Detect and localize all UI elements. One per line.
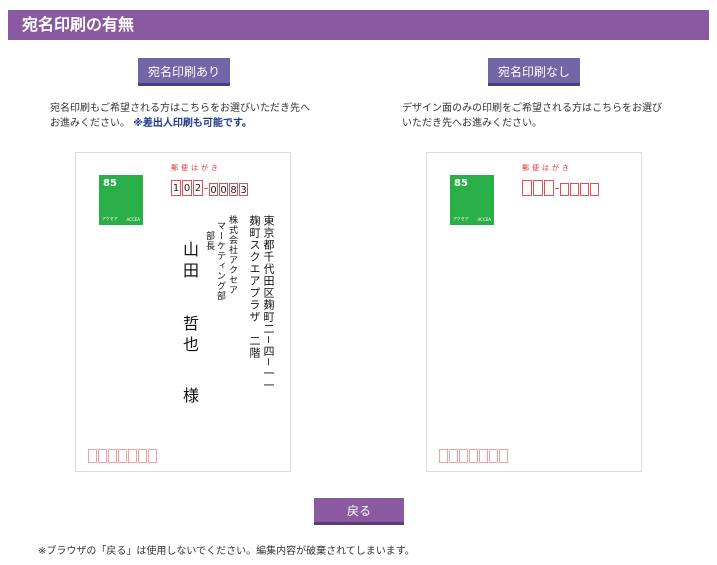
stamp-brand-jp: アクセア — [453, 216, 469, 221]
sender-postal-box — [138, 449, 147, 463]
sender-postal-boxes — [439, 449, 509, 463]
postal-digit: 0 — [182, 180, 192, 196]
sender-postal-box — [128, 449, 137, 463]
sender-postal-box — [469, 449, 478, 463]
postal-digit: 0 — [209, 183, 218, 196]
postal-digit: 0 — [219, 183, 228, 196]
postal-box — [522, 180, 532, 196]
back-button[interactable]: 戻る — [314, 498, 404, 525]
postal-box — [533, 180, 543, 196]
desc-line: お進みください。 — [50, 118, 130, 129]
recipient-given-name: 哲也 — [180, 315, 199, 357]
desc-line: いただき先へお進みください。 — [402, 118, 542, 129]
stamp-value: 85 — [103, 178, 117, 189]
postal-code: 1 0 2 0 0 8 3 — [171, 180, 249, 196]
without-address-print-description: デザイン面のみの印刷をご希望される方はこちらをお選び いただき先へお進みください… — [402, 101, 662, 131]
postal-box — [580, 183, 589, 196]
stamp-brand-en: ACCEA — [126, 217, 140, 222]
sender-postal-box — [499, 449, 508, 463]
desc-line: デザイン面のみの印刷をご希望される方はこちらをお選び — [402, 103, 662, 114]
sender-postal-box — [489, 449, 498, 463]
postal-digit: 8 — [229, 183, 238, 196]
address-line-1: 東京都千代田区麹町二−四−一一 — [262, 215, 275, 392]
postal-dash — [204, 188, 208, 189]
postal-box — [590, 183, 599, 196]
postal-digit: 1 — [171, 180, 181, 196]
sender-postal-box — [108, 449, 117, 463]
sender-postal-boxes — [88, 449, 158, 463]
browser-back-warning: ※ブラウザの「戻る」は使用しないでください。編集内容が破棄されてしまいます。 — [38, 546, 415, 557]
stamp-icon: 85 アクセア ACCEA — [99, 175, 143, 225]
stamp-value: 85 — [454, 178, 468, 189]
job-title: 部長 — [204, 231, 214, 251]
stamp-icon: 85 アクセア ACCEA — [450, 175, 494, 225]
address-line-2: 麹町スクエアプラザ 二階 — [248, 215, 261, 359]
postcard-preview-without-address[interactable]: 郵便はがき 85 アクセア ACCEA — [426, 152, 642, 472]
postal-digit: 2 — [193, 180, 203, 196]
postal-box — [570, 183, 579, 196]
sender-postal-box — [439, 449, 448, 463]
department-name: マーケティング部 — [215, 221, 225, 301]
sender-print-note: ※差出人印刷も可能です。 — [133, 118, 252, 129]
sender-postal-box — [118, 449, 127, 463]
sender-postal-box — [98, 449, 107, 463]
without-address-print-button[interactable]: 宛名印刷なし — [488, 58, 580, 86]
postcard-preview-with-address[interactable]: 郵便はがき 85 アクセア ACCEA 1 0 2 0 0 8 3 東京都千代田… — [75, 152, 291, 472]
postal-box — [560, 183, 569, 196]
with-address-print-button[interactable]: 宛名印刷あり — [138, 58, 230, 86]
stamp-brand-en: ACCEA — [477, 217, 491, 222]
postcard-title: 郵便はがき — [522, 164, 572, 172]
postal-dash — [555, 188, 559, 189]
postal-box — [544, 180, 554, 196]
postal-digit: 3 — [239, 183, 248, 196]
desc-line: 宛名印刷もご希望される方はこちらをお選びいただき先へ — [50, 103, 310, 114]
with-address-print-description: 宛名印刷もご希望される方はこちらをお選びいただき先へ お進みください。 ※差出人… — [50, 101, 310, 131]
sender-postal-box — [459, 449, 468, 463]
recipient-honorific: 様 — [180, 387, 199, 403]
company-name: 株式会社アクセア — [227, 215, 237, 295]
sender-postal-box — [88, 449, 97, 463]
stamp-brand-jp: アクセア — [102, 216, 118, 221]
sender-postal-box — [148, 449, 157, 463]
sender-postal-box — [479, 449, 488, 463]
page-title: 宛名印刷の有無 — [8, 10, 709, 40]
postal-code-empty — [522, 180, 600, 196]
sender-postal-box — [449, 449, 458, 463]
recipient-surname: 山田 — [180, 241, 199, 283]
postcard-title: 郵便はがき — [171, 164, 221, 172]
